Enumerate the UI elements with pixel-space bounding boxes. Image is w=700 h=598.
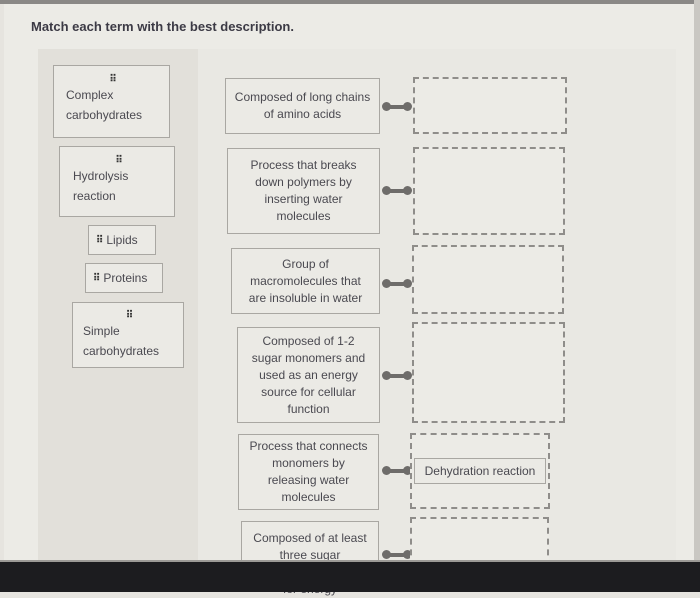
term-label: Simple: [83, 324, 120, 338]
term-card-simple-carbohydrates[interactable]: ⠿ Simple carbohydrates: [72, 302, 184, 368]
term-label: Lipids: [106, 233, 138, 247]
description-text: Group of macromolecules that are insolub…: [248, 256, 363, 305]
question-title: Match each term with the best descriptio…: [31, 19, 294, 34]
drop-zone-filled[interactable]: Dehydration reaction: [410, 433, 550, 509]
drop-zone[interactable]: [412, 322, 565, 423]
connector-icon: [382, 186, 412, 195]
description-box: Group of macromolecules that are insolub…: [231, 248, 380, 314]
term-label: Complex: [66, 88, 114, 102]
description-text: Composed of long chains of amino acids: [234, 90, 371, 121]
description-box: Process that breaks down polymers by ins…: [227, 148, 380, 234]
term-label: carbohydrates: [83, 344, 160, 358]
description-text: Process that connects monomers by releas…: [249, 439, 368, 504]
connector-icon: [382, 371, 412, 380]
connector-icon: [382, 102, 412, 111]
description-box: Composed of 1-2 sugar monomers and used …: [237, 327, 380, 423]
term-card-lipids[interactable]: ⠿ Lipids: [88, 225, 156, 255]
term-card-complex-carbohydrates[interactable]: ⠿ Complex carbohydrates: [53, 65, 170, 138]
connector-icon: [382, 466, 412, 475]
term-label: Proteins: [103, 271, 148, 285]
drop-zone[interactable]: [413, 77, 567, 134]
description-box: Composed of long chains of amino acids: [225, 78, 380, 134]
screen-bezel: [0, 562, 700, 592]
connector-icon: [382, 550, 412, 559]
drag-handle-icon[interactable]: ⠿: [66, 74, 159, 85]
drop-zone[interactable]: [413, 147, 565, 235]
term-label: Hydrolysis: [73, 169, 129, 183]
term-card-proteins[interactable]: ⠿ Proteins: [85, 263, 163, 293]
placed-term-dehydration-reaction[interactable]: Dehydration reaction: [414, 458, 546, 484]
drag-handle-icon[interactable]: ⠿: [73, 155, 164, 166]
term-card-hydrolysis-reaction[interactable]: ⠿ Hydrolysis reaction: [59, 146, 175, 217]
drag-handle-icon[interactable]: ⠿: [83, 310, 175, 321]
drag-handle-icon[interactable]: ⠿: [96, 235, 103, 246]
term-label: carbohydrates: [66, 108, 143, 122]
term-label: reaction: [73, 189, 116, 203]
description-box: Process that connects monomers by releas…: [238, 434, 379, 510]
drop-zone[interactable]: [412, 245, 564, 314]
description-text: Process that breaks down polymers by ins…: [250, 158, 357, 223]
page-edge: [694, 0, 700, 592]
description-text: Composed of 1-2 sugar monomers and used …: [251, 333, 366, 416]
drag-handle-icon[interactable]: ⠿: [93, 273, 100, 284]
connector-icon: [382, 279, 412, 288]
